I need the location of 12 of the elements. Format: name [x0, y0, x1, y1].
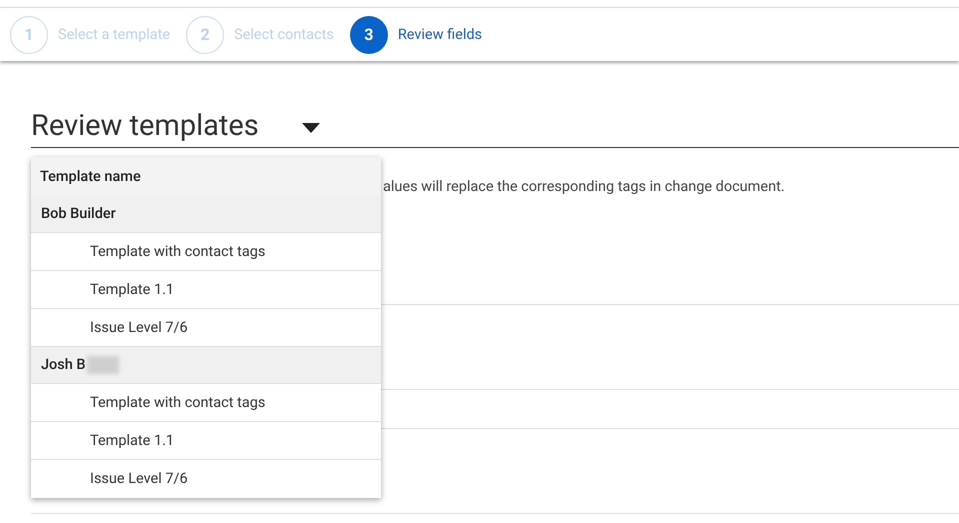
template-menu-item[interactable]: Template with contact tags [31, 384, 381, 422]
template-menu-item[interactable]: Template 1.1 [31, 422, 381, 460]
dropdown-caret-icon[interactable] [302, 122, 320, 132]
page-heading: Review templates [31, 112, 259, 141]
template-menu-item[interactable]: Issue Level 7/6 [31, 460, 381, 498]
template-menu-item[interactable]: Template with contact tags [31, 233, 381, 271]
group-name: Bob Builder [41, 204, 116, 224]
group-name: Josh B [41, 355, 86, 376]
step-label[interactable]: Review fields [398, 24, 482, 46]
template-menu-item[interactable]: Template 1.1 [31, 271, 381, 309]
column-header: Template name [40, 166, 141, 187]
description-text: alues will replace the corresponding tags in change document. [383, 178, 785, 195]
